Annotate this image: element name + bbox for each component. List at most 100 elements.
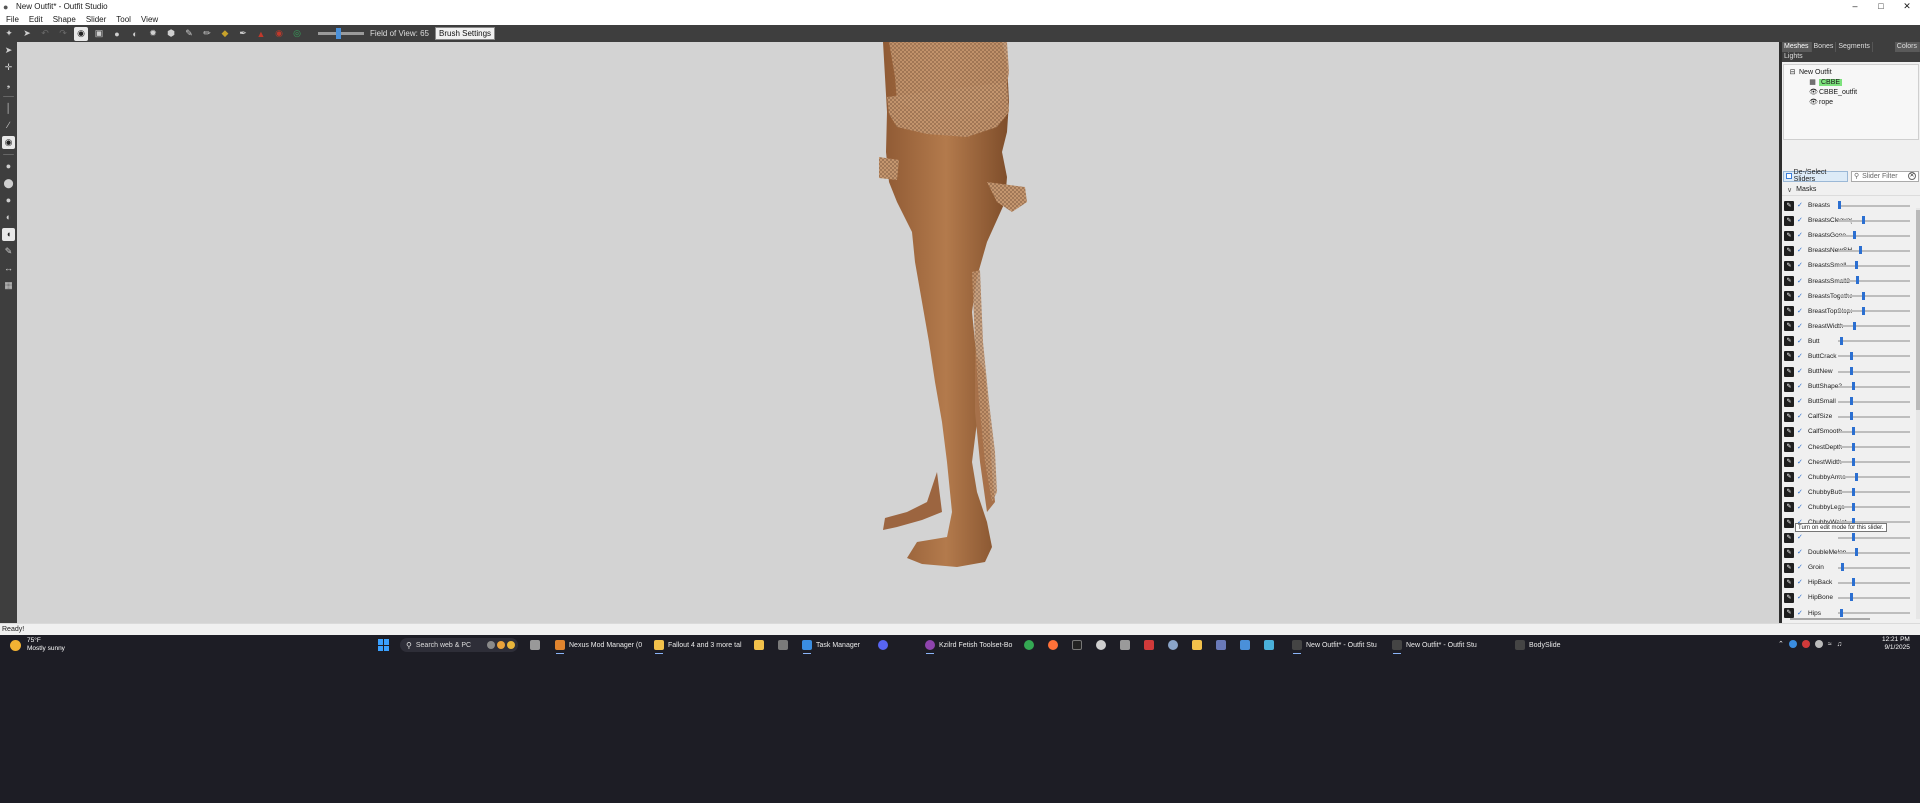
slider-thumb[interactable] [1849, 397, 1853, 406]
slider-checkbox[interactable]: ✓ [1797, 293, 1804, 300]
slider-track[interactable] [1838, 249, 1910, 252]
edit-slider-icon[interactable]: ✎ [1784, 230, 1794, 241]
slider-track[interactable] [1838, 581, 1910, 584]
slider-thumb[interactable] [1851, 457, 1855, 466]
firefox-task[interactable] [1048, 638, 1058, 652]
brush-medium-icon[interactable]: ⬤ [2, 177, 15, 190]
red-app-task[interactable] [1144, 638, 1154, 652]
slider-checkbox[interactable]: ✓ [1797, 398, 1804, 405]
pen-tool-icon[interactable]: ✒ [236, 27, 250, 41]
collapse-vertex-icon[interactable]: ◆ [218, 27, 232, 41]
edit-slider-icon[interactable]: ✎ [1784, 532, 1794, 543]
clock[interactable]: 12:21 PM 9/1/2025 [1882, 636, 1910, 652]
tray-red-icon[interactable] [1801, 640, 1810, 648]
slider-track[interactable] [1838, 310, 1910, 313]
edit-slider-icon[interactable]: ✎ [1784, 502, 1794, 513]
slider-thumb[interactable] [1849, 593, 1853, 602]
edit-slider-icon[interactable]: ✎ [1784, 457, 1794, 468]
slider-thumb[interactable] [1862, 291, 1866, 300]
tree-item-rope[interactable]: 👁 rope [1784, 97, 1918, 107]
slider-checkbox[interactable]: ✓ [1797, 549, 1804, 556]
move-brush-icon[interactable]: ◐ [128, 27, 142, 41]
slider-checkbox[interactable]: ✓ [1797, 383, 1804, 390]
slider-row[interactable]: ✎ ✓ CalfSmooth [1782, 424, 1920, 439]
slider-checkbox[interactable]: ✓ [1797, 579, 1804, 586]
slider-thumb[interactable] [1862, 306, 1866, 315]
slider-track[interactable] [1838, 461, 1910, 464]
slider-track[interactable] [1838, 551, 1910, 554]
brush-soft-icon[interactable]: ◐ [2, 211, 15, 224]
slider-track[interactable] [1838, 385, 1910, 388]
edit-slider-icon[interactable]: ✎ [1784, 215, 1794, 226]
chevron-down-icon[interactable]: ∨ [1787, 186, 1792, 194]
line-icon[interactable]: │ [2, 102, 15, 115]
slider-track[interactable] [1838, 264, 1910, 267]
slider-checkbox[interactable]: ✓ [1797, 278, 1804, 285]
edit-slider-icon[interactable]: ✎ [1784, 426, 1794, 437]
slider-thumb[interactable] [1851, 502, 1855, 511]
bodyslide-task[interactable]: BodySlide [1515, 638, 1561, 652]
taskmgr-task[interactable]: Task Manager [802, 638, 860, 654]
3d-viewport[interactable] [17, 42, 1779, 623]
edit-slider-icon[interactable]: ✎ [1784, 291, 1794, 302]
menu-tool[interactable]: Tool [110, 15, 135, 24]
slider-scrollbar[interactable] [1916, 208, 1920, 619]
chrome-task[interactable] [1024, 638, 1034, 652]
tab-lights[interactable]: Lights [1782, 52, 1920, 62]
edit-slider-icon[interactable]: ✎ [1784, 381, 1794, 392]
slider-filter-input[interactable]: ⚲ Slider Filter ✕ [1851, 170, 1919, 182]
slider-row[interactable]: ✎ ✓ ButtSmall [1782, 394, 1920, 409]
slider-row[interactable]: ✎ ✓ BreastsTogether [1782, 289, 1920, 304]
file-explorer-task[interactable] [530, 638, 540, 652]
mask-icon[interactable]: ◉ [2, 136, 15, 149]
clear-filter-icon[interactable]: ✕ [1908, 172, 1916, 180]
slider-track[interactable] [1838, 234, 1910, 237]
slider-row[interactable]: ✎ ✓ DoubleMelon [1782, 545, 1920, 560]
slider-checkbox[interactable]: ✓ [1797, 368, 1804, 375]
edit-slider-icon[interactable]: ✎ [1784, 321, 1794, 332]
color-brush-icon[interactable]: ✎ [182, 27, 196, 41]
slider-track[interactable] [1838, 612, 1910, 615]
edit-slider-icon[interactable]: ✎ [1784, 200, 1794, 211]
fallout-task[interactable]: Fallout 4 and 3 more tal [654, 638, 742, 654]
slider-row[interactable]: ✎ ✓ BreastTopSlope [1782, 304, 1920, 319]
slider-checkbox[interactable]: ✓ [1797, 323, 1804, 330]
minimize-button[interactable]: – [1842, 0, 1868, 13]
edit-slider-icon[interactable]: ✎ [1784, 472, 1794, 483]
slider-row[interactable]: ✎ ✓ CalfSize [1782, 409, 1920, 424]
tab-segments[interactable]: Segments [1836, 42, 1873, 52]
grid-icon[interactable]: ▦ [2, 279, 15, 292]
slider-track[interactable] [1838, 566, 1910, 569]
alpha-brush-icon[interactable]: ✏ [200, 27, 214, 41]
deselect-sliders-button[interactable]: De-/Select Sliders [1783, 169, 1848, 183]
maximize-button[interactable]: □ [1868, 0, 1894, 13]
edit-slider-icon[interactable]: ✎ [1784, 245, 1794, 256]
wifi-icon[interactable]: ≈ [1828, 641, 1832, 648]
slider-checkbox[interactable]: ✓ [1797, 594, 1804, 601]
slider-thumb[interactable] [1849, 412, 1853, 421]
weather-widget[interactable]: 75°F Mostly sunny [10, 637, 65, 653]
edit-slider-icon[interactable]: ✎ [1784, 442, 1794, 453]
slider-thumb[interactable] [1840, 608, 1844, 617]
slider-checkbox[interactable]: ✓ [1797, 262, 1804, 269]
tri-tool-icon[interactable]: ▲ [254, 27, 268, 41]
horizontal-scrollbar[interactable] [1790, 618, 1870, 620]
redo-icon[interactable]: ↷ [56, 27, 70, 41]
slider-thumb[interactable] [1862, 216, 1866, 225]
menu-file[interactable]: File [0, 15, 23, 24]
slider-checkbox[interactable]: ✓ [1797, 459, 1804, 466]
slider-track[interactable] [1838, 279, 1910, 282]
slider-thumb[interactable] [1858, 246, 1862, 255]
slider-track[interactable] [1838, 325, 1910, 328]
slider-track[interactable] [1838, 204, 1910, 207]
eye-icon[interactable]: 👁 [1809, 99, 1818, 106]
slider-thumb[interactable] [1853, 321, 1857, 330]
slider-checkbox[interactable]: ✓ [1797, 308, 1804, 315]
app-task[interactable] [1072, 638, 1082, 652]
steam-task[interactable] [1096, 638, 1106, 652]
edit-slider-icon[interactable]: ✎ [1784, 547, 1794, 558]
slider-thumb[interactable] [1851, 382, 1855, 391]
knife-icon[interactable]: ∕ [2, 119, 15, 132]
slider-track[interactable] [1838, 506, 1910, 509]
slider-thumb[interactable] [1851, 533, 1855, 542]
